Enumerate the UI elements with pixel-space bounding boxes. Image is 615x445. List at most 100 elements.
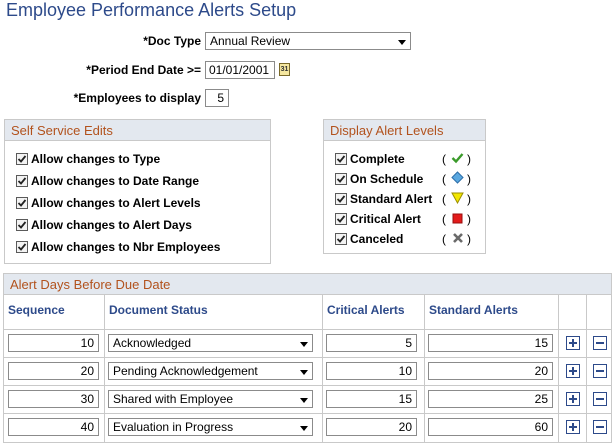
chevron-down-icon bbox=[398, 40, 406, 45]
standard-alerts-input[interactable]: 20 bbox=[428, 362, 553, 380]
allow-nbr-employees-row: Allow changes to Nbr Employees bbox=[16, 239, 220, 255]
doc-type-label: *Doc Type bbox=[143, 34, 201, 48]
paren-open: ( bbox=[442, 172, 446, 186]
allow-date-range-checkbox[interactable] bbox=[16, 175, 28, 187]
delete-row-button[interactable] bbox=[593, 336, 607, 350]
document-status-dropdown[interactable]: Pending Acknowledgement bbox=[108, 362, 313, 380]
canceled-label: Canceled bbox=[350, 232, 404, 246]
critical-alerts-input[interactable]: 15 bbox=[326, 390, 417, 408]
critical-alerts-input[interactable]: 5 bbox=[326, 334, 417, 352]
alert-level-complete-row: Complete bbox=[335, 151, 405, 167]
standard-alert-label: Standard Alert bbox=[350, 192, 433, 206]
page-title: Employee Performance Alerts Setup bbox=[6, 0, 297, 20]
table-row: 10 Acknowledged 5 15 bbox=[4, 330, 611, 357]
add-row-button[interactable] bbox=[566, 364, 580, 378]
calendar-icon[interactable]: 31 bbox=[279, 63, 290, 76]
green-check-icon bbox=[451, 153, 464, 164]
on-schedule-label: On Schedule bbox=[350, 172, 424, 186]
allow-type-label: Allow changes to Type bbox=[31, 152, 161, 166]
table-row: 30 Shared with Employee 15 25 bbox=[4, 386, 611, 413]
employees-to-display-input[interactable]: 5 bbox=[205, 89, 229, 107]
red-square-icon bbox=[452, 213, 463, 224]
gray-x-icon bbox=[453, 233, 463, 243]
standard-alert-checkbox[interactable] bbox=[335, 193, 347, 205]
checkmark-icon bbox=[17, 155, 27, 163]
period-end-date-input[interactable]: 01/01/2001 bbox=[205, 61, 275, 79]
delete-row-button[interactable] bbox=[593, 420, 607, 434]
allow-nbr-employees-checkbox[interactable] bbox=[16, 241, 28, 253]
self-service-edits-panel: Self Service Edits Allow changes to Type… bbox=[4, 119, 271, 264]
minus-icon bbox=[596, 342, 604, 344]
paren-open: ( bbox=[442, 212, 446, 226]
allow-nbr-employees-label: Allow changes to Nbr Employees bbox=[31, 240, 221, 254]
checkmark-icon bbox=[336, 215, 346, 223]
document-status-dropdown[interactable]: Evaluation in Progress bbox=[108, 418, 313, 436]
alert-level-on-schedule-row: On Schedule bbox=[335, 171, 423, 187]
allow-alert-days-checkbox[interactable] bbox=[16, 219, 28, 231]
plus-icon bbox=[569, 367, 577, 375]
alert-level-critical-row: Critical Alert bbox=[335, 211, 421, 227]
sequence-input[interactable]: 40 bbox=[8, 418, 99, 436]
plus-icon bbox=[569, 339, 577, 347]
standard-alerts-input[interactable]: 60 bbox=[428, 418, 553, 436]
critical-alerts-input[interactable]: 10 bbox=[326, 362, 417, 380]
critical-alert-checkbox[interactable] bbox=[335, 213, 347, 225]
employees-to-display-label: *Employees to display bbox=[73, 91, 201, 105]
doc-type-value: Annual Review bbox=[210, 34, 291, 48]
checkmark-icon bbox=[336, 235, 346, 243]
add-row-button[interactable] bbox=[566, 392, 580, 406]
sequence-input[interactable]: 30 bbox=[8, 390, 99, 408]
allow-alert-levels-label: Allow changes to Alert Levels bbox=[31, 196, 201, 210]
chevron-down-icon bbox=[300, 342, 308, 347]
critical-alert-label: Critical Alert bbox=[350, 212, 421, 226]
minus-icon bbox=[596, 370, 604, 372]
critical-alerts-input[interactable]: 20 bbox=[326, 418, 417, 436]
table-row: 40 Evaluation in Progress 20 60 bbox=[4, 414, 611, 441]
alert-days-grid: Alert Days Before Due Date Sequence Docu… bbox=[3, 273, 612, 443]
paren-close: ) bbox=[467, 172, 471, 186]
paren-close: ) bbox=[467, 212, 471, 226]
display-alert-levels-header: Display Alert Levels bbox=[324, 120, 485, 141]
display-alert-levels-panel: Display Alert Levels Complete ( ) On Sch… bbox=[323, 119, 486, 254]
on-schedule-checkbox[interactable] bbox=[335, 173, 347, 185]
canceled-checkbox[interactable] bbox=[335, 233, 347, 245]
yellow-triangle-icon bbox=[451, 192, 464, 204]
document-status-value: Evaluation in Progress bbox=[113, 420, 234, 434]
allow-type-row: Allow changes to Type bbox=[16, 151, 160, 167]
minus-icon bbox=[596, 426, 604, 428]
allow-alert-days-row: Allow changes to Alert Days bbox=[16, 217, 192, 233]
add-row-button[interactable] bbox=[566, 420, 580, 434]
paren-close: ) bbox=[467, 152, 471, 166]
delete-row-button[interactable] bbox=[593, 364, 607, 378]
allow-alert-levels-checkbox[interactable] bbox=[16, 197, 28, 209]
minus-icon bbox=[596, 398, 604, 400]
checkmark-icon bbox=[17, 199, 27, 207]
paren-close: ) bbox=[467, 232, 471, 246]
document-status-value: Acknowledged bbox=[113, 336, 192, 350]
allow-alert-days-label: Allow changes to Alert Days bbox=[31, 218, 192, 232]
document-status-dropdown[interactable]: Acknowledged bbox=[108, 334, 313, 352]
col-header-standard-alerts: Standard Alerts bbox=[429, 303, 518, 317]
self-service-edits-header: Self Service Edits bbox=[5, 120, 270, 141]
blue-diamond-icon bbox=[451, 171, 464, 184]
period-end-date-label: *Period End Date >= bbox=[86, 63, 201, 77]
paren-open: ( bbox=[442, 152, 446, 166]
document-status-dropdown[interactable]: Shared with Employee bbox=[108, 390, 313, 408]
allow-type-checkbox[interactable] bbox=[16, 153, 28, 165]
standard-alerts-input[interactable]: 15 bbox=[428, 334, 553, 352]
alert-days-header: Alert Days Before Due Date bbox=[4, 274, 611, 295]
col-header-document-status: Document Status bbox=[109, 303, 208, 317]
sequence-input[interactable]: 10 bbox=[8, 334, 99, 352]
col-header-critical-alerts: Critical Alerts bbox=[327, 303, 405, 317]
checkmark-icon bbox=[17, 243, 27, 251]
sequence-input[interactable]: 20 bbox=[8, 362, 99, 380]
add-row-button[interactable] bbox=[566, 336, 580, 350]
checkmark-icon bbox=[17, 177, 27, 185]
standard-alerts-input[interactable]: 25 bbox=[428, 390, 553, 408]
plus-icon bbox=[569, 395, 577, 403]
complete-checkbox[interactable] bbox=[335, 153, 347, 165]
paren-open: ( bbox=[442, 192, 446, 206]
doc-type-dropdown[interactable]: Annual Review bbox=[205, 32, 411, 50]
grid-body: Sequence Document Status Critical Alerts… bbox=[4, 295, 611, 442]
delete-row-button[interactable] bbox=[593, 392, 607, 406]
